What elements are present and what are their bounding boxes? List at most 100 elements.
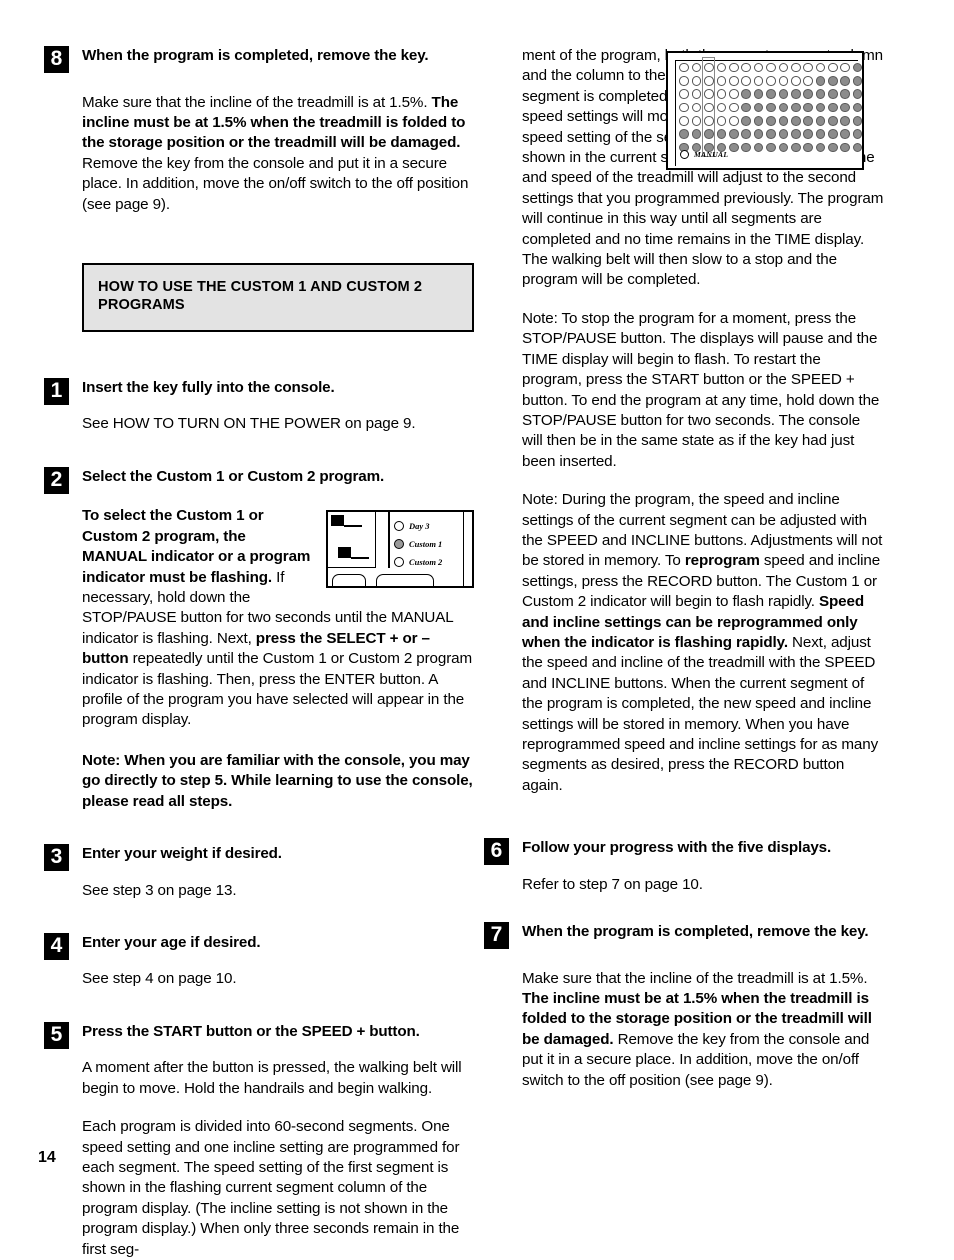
program-display-cell (715, 101, 727, 114)
matrix-dot-on-icon (852, 76, 862, 86)
step-8-body: Make sure that the incline of the treadm… (82, 93, 474, 215)
program-display-cell (765, 114, 777, 127)
section-heading-title: HOW TO USE THE CUSTOM 1 AND CUSTOM 2 PRO… (98, 278, 423, 314)
matrix-dot-off-icon (704, 62, 714, 73)
program-display-cell (728, 141, 740, 154)
program-display-cell (678, 61, 690, 74)
matrix-dot-on-icon (728, 129, 739, 139)
program-display-cell (752, 61, 764, 74)
matrix-dot-on-icon (778, 89, 789, 100)
matrix-dot-on-icon (766, 142, 776, 153)
step-8: 8 When the program is completed, remove … (44, 46, 474, 215)
matrix-dot-on-icon (741, 142, 751, 153)
program-display-cell (814, 127, 826, 140)
program-display-cell (839, 61, 851, 74)
matrix-dot-on-icon (753, 142, 764, 153)
program-display-cell (839, 127, 851, 140)
program-display-cell (690, 74, 702, 87)
matrix-dot-off-icon (679, 62, 689, 73)
step-1-title: Insert the key fully into the console. (82, 378, 335, 396)
matrix-dot-on-icon (852, 89, 862, 100)
matrix-dot-off-icon (716, 116, 727, 126)
program-display-row (678, 101, 862, 114)
step-1-number: 1 (44, 377, 69, 405)
matrix-dot-off-icon (704, 89, 714, 100)
program-display-cell (740, 141, 752, 154)
program-display-cell (752, 101, 764, 114)
matrix-dot-on-icon (840, 76, 851, 86)
step-7-number: 7 (484, 922, 509, 950)
section-heading-box: HOW TO USE THE CUSTOM 1 AND CUSTOM 2 PRO… (82, 262, 474, 332)
matrix-dot-off-icon (828, 62, 838, 73)
matrix-dot-on-icon (828, 142, 838, 153)
console-indicator-list: Day 3 Custom 1 Custom 2 (394, 517, 442, 571)
program-display-cell (765, 88, 777, 101)
program-display-cell (827, 61, 839, 74)
program-display-cell (777, 74, 789, 87)
matrix-dot-on-icon (852, 116, 862, 126)
step-2-note: Note: When you are familiar with the con… (82, 751, 473, 810)
matrix-dot-off-icon (704, 102, 714, 113)
step-6-body: Refer to step 7 on page 10. (522, 875, 703, 893)
matrix-dot-on-icon (741, 89, 751, 100)
matrix-dot-on-icon (828, 102, 838, 113)
step-7-title: When the program is completed, remove th… (522, 923, 869, 941)
matrix-dot-on-icon (741, 129, 751, 139)
matrix-dot-off-icon (691, 89, 702, 100)
matrix-dot-on-icon (716, 129, 727, 139)
program-display-cell (678, 74, 690, 87)
step-5: 5 Press the START button or the SPEED + … (44, 1021, 474, 1260)
console-divider (388, 512, 390, 569)
program-display-cell (703, 101, 715, 114)
program-display-cell (814, 141, 826, 154)
matrix-dot-on-icon (766, 89, 776, 100)
matrix-dot-off-icon (716, 89, 727, 100)
program-display-cell (703, 74, 715, 87)
matrix-dot-off-icon (691, 62, 702, 73)
program-display-cell (690, 61, 702, 74)
matrix-dot-on-icon (803, 142, 813, 153)
program-display-cell (765, 141, 777, 154)
matrix-dot-on-icon (852, 102, 862, 113)
program-display-cell (802, 114, 814, 127)
left-column: 8 When the program is completed, remove … (44, 46, 474, 1260)
console-right-edge (462, 512, 464, 587)
matrix-dot-on-icon (790, 142, 801, 153)
program-display-cell (802, 127, 814, 140)
program-display-cell (752, 74, 764, 87)
step-1: 1 Insert the key fully into the console.… (44, 377, 474, 435)
matrix-dot-on-icon (778, 102, 789, 113)
program-display-cell (851, 141, 862, 154)
right-note-1: Note: To stop the program for a moment, … (522, 309, 880, 470)
step-8-body-lead: Make sure that the incline of the treadm… (82, 93, 432, 111)
console-notch-top-line (344, 525, 362, 527)
matrix-dot-off-icon (679, 89, 689, 100)
program-display-cell (802, 101, 814, 114)
matrix-dot-on-icon (852, 62, 862, 73)
program-display-cell (728, 127, 740, 140)
console-indicator-label: Day 3 (409, 520, 430, 531)
matrix-dot-off-icon (766, 76, 776, 86)
program-display-cell (752, 141, 764, 154)
program-display-cell (678, 88, 690, 101)
program-display-cell (752, 114, 764, 127)
matrix-dot-on-icon (790, 102, 801, 113)
matrix-dot-on-icon (815, 76, 826, 86)
matrix-dot-off-icon (803, 76, 813, 86)
program-display-cell (777, 61, 789, 74)
matrix-dot-off-icon (679, 76, 689, 86)
program-display-cell (851, 127, 862, 140)
matrix-dot-off-icon (716, 102, 727, 113)
program-display-cell (752, 88, 764, 101)
program-display-cell (827, 101, 839, 114)
program-display-cell (728, 61, 740, 74)
program-display-cell (814, 114, 826, 127)
step-7-body: Make sure that the incline of the treadm… (522, 969, 884, 1091)
matrix-dot-on-icon (679, 129, 689, 139)
program-display-cell (802, 61, 814, 74)
matrix-dot-off-icon (728, 62, 739, 73)
matrix-dot-on-icon (766, 116, 776, 126)
program-display-cell (703, 127, 715, 140)
step-4-body: See step 4 on page 10. (82, 970, 237, 988)
step-8-title: When the program is completed, remove th… (82, 47, 429, 64)
